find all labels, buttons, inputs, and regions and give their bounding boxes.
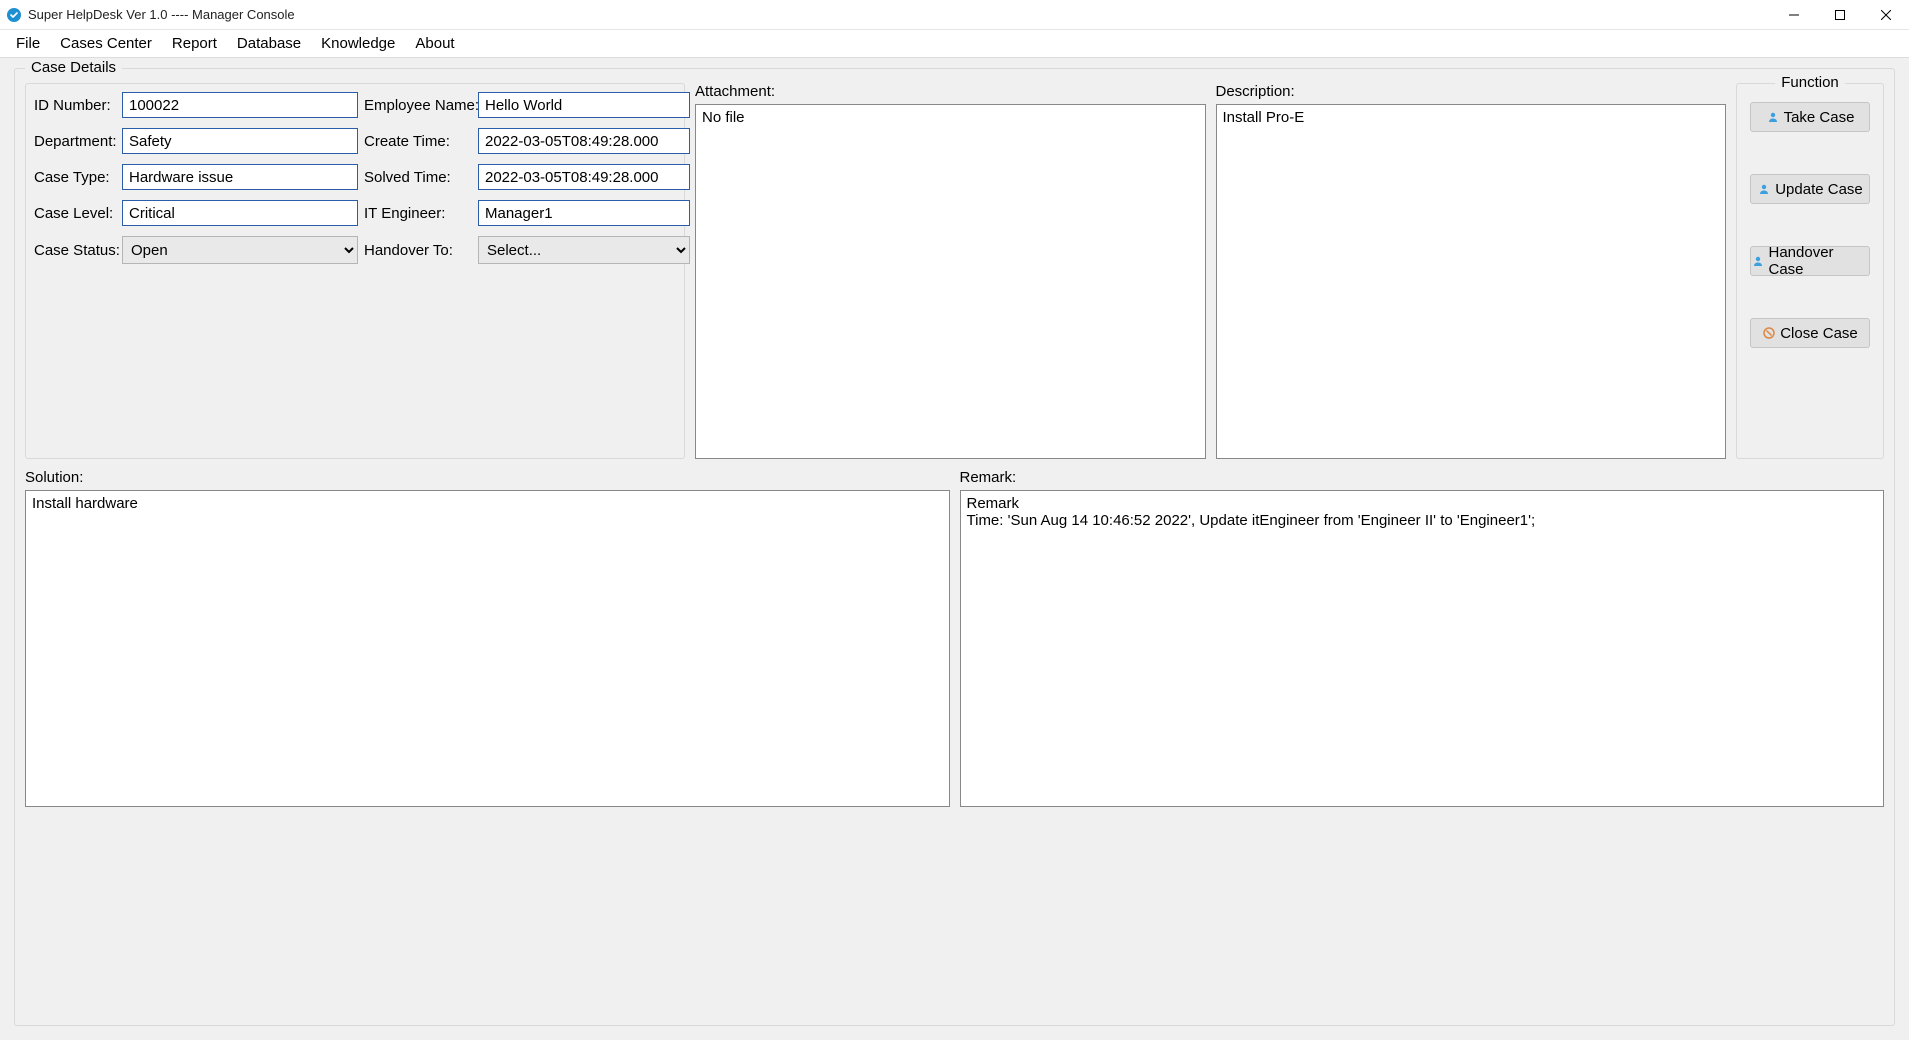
user-icon [1766,110,1780,124]
input-id-number[interactable] [122,92,358,118]
close-button[interactable] [1863,0,1909,30]
function-title: Function [1775,74,1845,91]
remark-box[interactable] [960,490,1885,807]
titlebar: Super HelpDesk Ver 1.0 ---- Manager Cons… [0,0,1909,30]
handover-case-label: Handover Case [1769,244,1870,278]
label-case-level: Case Level: [34,205,116,222]
label-attachment: Attachment: [695,83,1206,100]
take-case-label: Take Case [1784,109,1855,126]
take-case-button[interactable]: Take Case [1750,102,1870,132]
menubar: File Cases Center Report Database Knowle… [0,30,1909,58]
function-group: Function Take Case Update Case Handover … [1736,83,1884,459]
form-column: ID Number: Employee Name: Department: Cr… [25,83,685,459]
case-details-title: Case Details [25,59,122,76]
attachment-box[interactable]: No file [695,104,1206,459]
window-title: Super HelpDesk Ver 1.0 ---- Manager Cons… [28,7,295,22]
remark-column: Remark: [960,469,1885,807]
solution-column: Solution: [25,469,950,807]
input-case-level[interactable] [122,200,358,226]
label-remark: Remark: [960,469,1885,486]
minimize-button[interactable] [1771,0,1817,30]
label-employee-name: Employee Name: [364,97,472,114]
app-icon [6,7,22,23]
description-box[interactable] [1216,104,1727,459]
menu-cases-center[interactable]: Cases Center [50,32,162,55]
select-handover-to[interactable]: Select... [478,236,690,264]
update-case-label: Update Case [1775,181,1863,198]
function-column: Function Take Case Update Case Handover … [1736,83,1884,459]
label-case-type: Case Type: [34,169,116,186]
menu-report[interactable]: Report [162,32,227,55]
input-create-time[interactable] [478,128,690,154]
input-solved-time[interactable] [478,164,690,190]
description-column: Description: [1216,83,1727,459]
close-case-label: Close Case [1780,325,1858,342]
content-area: Case Details ID Number: Employee Name: D… [0,58,1909,1040]
label-solved-time: Solved Time: [364,169,472,186]
menu-file[interactable]: File [6,32,50,55]
menu-about[interactable]: About [405,32,464,55]
label-it-engineer: IT Engineer: [364,205,472,222]
label-description: Description: [1216,83,1727,100]
menu-knowledge[interactable]: Knowledge [311,32,405,55]
close-icon [1762,326,1776,340]
maximize-button[interactable] [1817,0,1863,30]
input-it-engineer[interactable] [478,200,690,226]
close-case-button[interactable]: Close Case [1750,318,1870,348]
label-create-time: Create Time: [364,133,472,150]
attachment-column: Attachment: No file [695,83,1206,459]
label-case-status: Case Status: [34,242,116,259]
attachment-value: No file [702,109,745,126]
input-employee-name[interactable] [478,92,690,118]
input-department[interactable] [122,128,358,154]
label-handover-to: Handover To: [364,242,472,259]
solution-box[interactable] [25,490,950,807]
label-solution: Solution: [25,469,950,486]
menu-database[interactable]: Database [227,32,311,55]
input-case-type[interactable] [122,164,358,190]
handover-case-button[interactable]: Handover Case [1750,246,1870,276]
case-details-group: Case Details ID Number: Employee Name: D… [14,68,1895,1026]
select-case-status[interactable]: Open [122,236,358,264]
label-id-number: ID Number: [34,97,116,114]
label-department: Department: [34,133,116,150]
update-case-button[interactable]: Update Case [1750,174,1870,204]
user-icon [1757,182,1771,196]
user-icon [1751,254,1765,268]
